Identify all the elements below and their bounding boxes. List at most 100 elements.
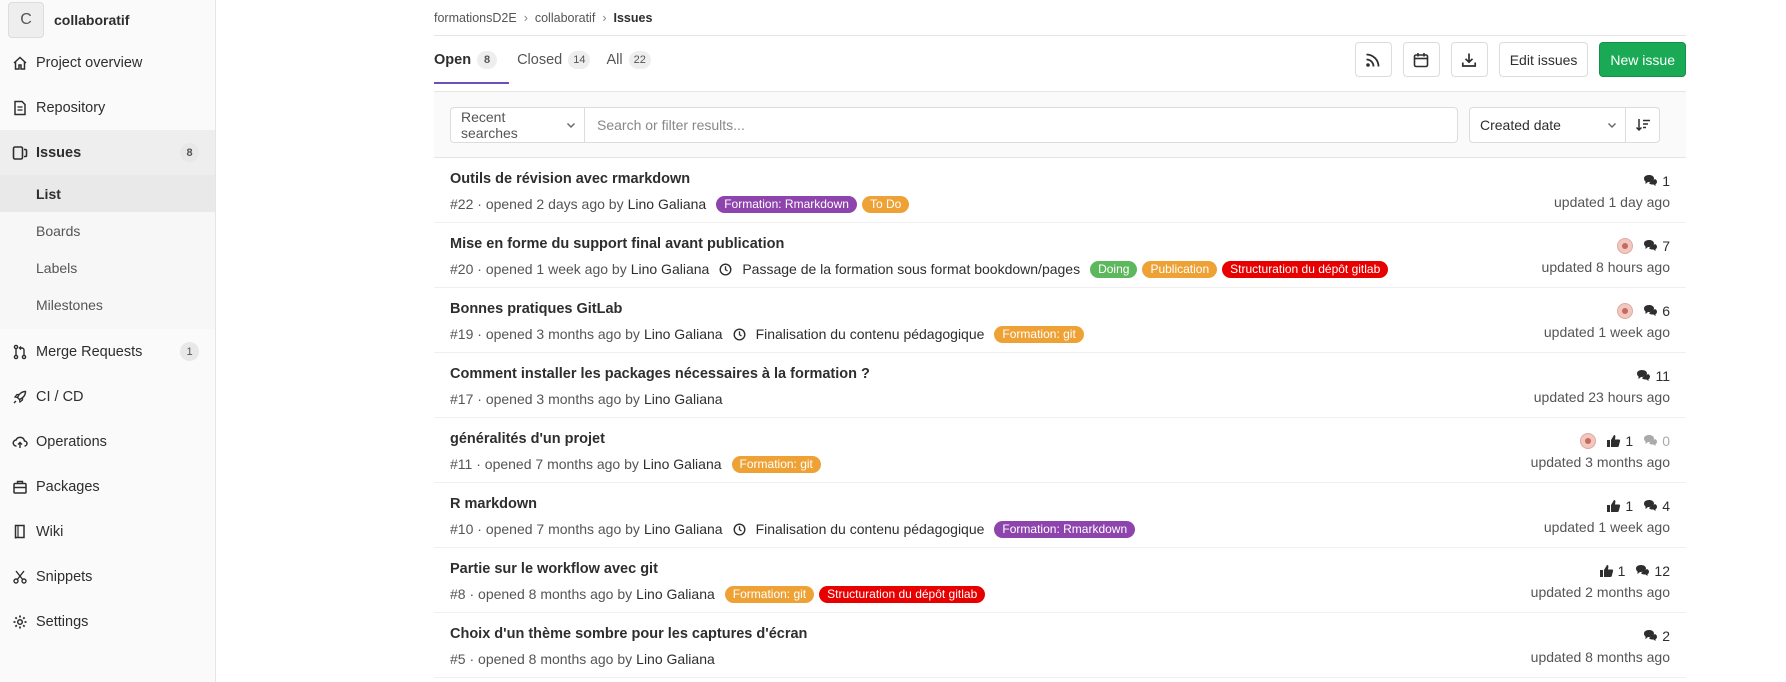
sidebar-item-count-badge: 1 (180, 342, 199, 361)
issue-updated-time: updated 3 months ago (1530, 454, 1670, 470)
issue-title-link[interactable]: Comment installer les packages nécessair… (450, 366, 870, 385)
sidebar-item-issues[interactable]: Issues 8 (0, 130, 215, 175)
sidebar-item-label: Settings (36, 613, 89, 630)
breadcrumb-group[interactable]: formationsD2E (434, 11, 517, 25)
comments-count[interactable]: 12 (1635, 563, 1670, 579)
comments-count[interactable]: 2 (1643, 628, 1670, 644)
sidebar-item-operations[interactable]: Operations (0, 419, 215, 464)
issue-milestone-link[interactable]: Finalisation du contenu pédagogique (733, 326, 985, 342)
assignee-avatar[interactable] (1617, 237, 1634, 254)
assignee-avatar[interactable] (1580, 432, 1597, 449)
sidebar-item-snippets[interactable]: Snippets (0, 554, 215, 599)
rocket-icon (12, 389, 28, 405)
rss-button[interactable] (1354, 42, 1392, 77)
issue-label[interactable]: Publication (1142, 260, 1218, 278)
sidebar-item-settings[interactable]: Settings (0, 599, 215, 644)
subnav-item-list[interactable]: List (0, 175, 215, 212)
tab-open[interactable]: Open 8 (434, 36, 510, 84)
issue-label[interactable]: To Do (861, 195, 910, 213)
issue-author-link[interactable]: Lino Galiana (644, 391, 723, 407)
issue-label[interactable]: Formation: git (731, 455, 821, 473)
issue-label[interactable]: Formation: git (994, 325, 1084, 343)
issue-counters: 1 12 (1531, 561, 1670, 580)
issue-label[interactable]: Structuration du dépôt gitlab (1222, 260, 1389, 278)
comments-count[interactable]: 4 (1643, 498, 1670, 514)
issue-title-link[interactable]: Bonnes pratiques GitLab (450, 301, 1084, 320)
issue-title-link[interactable]: Choix d'un thème sombre pour les capture… (450, 626, 807, 645)
assignee-avatar[interactable] (1617, 302, 1634, 319)
issue-author-link[interactable]: Lino Galiana (644, 326, 723, 342)
issue-title-link[interactable]: généralités d'un projet (450, 431, 821, 450)
sidebar-item-label: Snippets (36, 568, 93, 585)
edit-issues-button[interactable]: Edit issues (1498, 42, 1589, 77)
issue-author-link[interactable]: Lino Galiana (643, 456, 722, 472)
upvotes-value: 1 (1625, 432, 1634, 449)
issues-list: Outils de révision avec rmarkdown #22 · o… (434, 158, 1686, 678)
subnav-item-milestones[interactable]: Milestones (0, 286, 215, 323)
subnav-item-boards[interactable]: Boards (0, 212, 215, 249)
comments-count[interactable]: 7 (1643, 238, 1670, 254)
sidebar-item-repository[interactable]: Repository (0, 85, 215, 130)
issue-author-link[interactable]: Lino Galiana (636, 651, 715, 667)
export-button[interactable] (1450, 42, 1488, 77)
project-header[interactable]: C collaboratif (0, 0, 215, 40)
comments-count[interactable]: 11 (1636, 368, 1670, 384)
search-input[interactable]: Search or filter results... (584, 106, 1458, 143)
issue-stats: 7 updated 8 hours ago (1542, 223, 1670, 287)
calendar-icon (1413, 52, 1429, 67)
comments-icon (1643, 434, 1662, 448)
issue-reference: #19 (450, 326, 474, 342)
issue-reference: #10 (450, 521, 474, 537)
issue-author-link[interactable]: Lino Galiana (628, 196, 707, 212)
tab-count-badge: 22 (628, 50, 651, 69)
issue-label[interactable]: Formation: git (724, 585, 815, 603)
issue-stats: 1 updated 1 day ago (1554, 158, 1670, 222)
breadcrumb-current[interactable]: Issues (613, 11, 652, 25)
issue-milestone-title: Finalisation du contenu pédagogique (755, 326, 985, 342)
sort-dropdown[interactable]: Created date (1469, 106, 1626, 143)
clock-icon (733, 522, 751, 536)
comments-count[interactable]: 6 (1643, 303, 1670, 319)
issue-row: R markdown #10 · opened 7 months ago by Li… (434, 483, 1686, 548)
issue-label[interactable]: Formation: Rmarkdown (994, 520, 1136, 538)
project-name[interactable]: collaboratif (54, 12, 129, 28)
comments-count[interactable]: 1 (1643, 173, 1670, 189)
subnav-item-labels[interactable]: Labels (0, 249, 215, 286)
upvotes-count: 1 (1606, 433, 1633, 449)
issue-title-link[interactable]: Mise en forme du support final avant pub… (450, 236, 1388, 255)
issue-label[interactable]: Structuration du dépôt gitlab (819, 585, 986, 603)
sidebar-item-packages[interactable]: Packages (0, 464, 215, 509)
sidebar-item-label: Repository (36, 99, 106, 116)
issue-reference: #8 (450, 586, 466, 602)
sidebar-item-cicd[interactable]: CI / CD (0, 374, 215, 419)
new-issue-button[interactable]: New issue (1599, 42, 1686, 77)
sidebar-item-wiki[interactable]: Wiki (0, 509, 215, 554)
breadcrumb-separator: › (602, 10, 607, 25)
comments-value: 7 (1662, 237, 1670, 254)
breadcrumb-project[interactable]: collaboratif (535, 11, 595, 25)
comments-count[interactable]: 0 (1643, 433, 1670, 449)
issue-title-link[interactable]: Outils de révision avec rmarkdown (450, 171, 909, 190)
recent-searches-dropdown[interactable]: Recent searches (450, 106, 584, 143)
tab-closed[interactable]: Closed 14 (509, 36, 598, 83)
issue-label[interactable]: Doing (1090, 260, 1138, 278)
issue-labels: Formation: Rmarkdown (989, 520, 1136, 538)
issue-author-link[interactable]: Lino Galiana (631, 261, 710, 277)
issue-label[interactable]: Formation: Rmarkdown (716, 195, 857, 213)
issue-milestone-link[interactable]: Finalisation du contenu pédagogique (733, 521, 984, 537)
issue-title-link[interactable]: Partie sur le workflow avec git (450, 561, 985, 580)
issue-author-link[interactable]: Lino Galiana (644, 521, 723, 537)
tab-all[interactable]: All 22 (598, 36, 658, 83)
issue-author-link[interactable]: Lino Galiana (636, 586, 715, 602)
sidebar-item-overview[interactable]: Project overview (0, 40, 215, 85)
issue-milestone-link[interactable]: Passage de la formation sous format book… (719, 261, 1080, 277)
issue-info: Comment installer les packages nécessair… (450, 353, 870, 417)
issue-counters: 11 (1534, 366, 1670, 385)
calendar-button[interactable] (1402, 42, 1440, 77)
issue-title-link[interactable]: R markdown (450, 496, 1135, 515)
sort-direction-button[interactable] (1626, 106, 1660, 143)
issue-opened-text: opened 2 days ago by (485, 196, 624, 212)
sidebar-item-mr[interactable]: Merge Requests 1 (0, 329, 215, 374)
issue-reference: #22 (450, 196, 474, 212)
filter-bar: Recent searches Search or filter results… (434, 91, 1686, 158)
